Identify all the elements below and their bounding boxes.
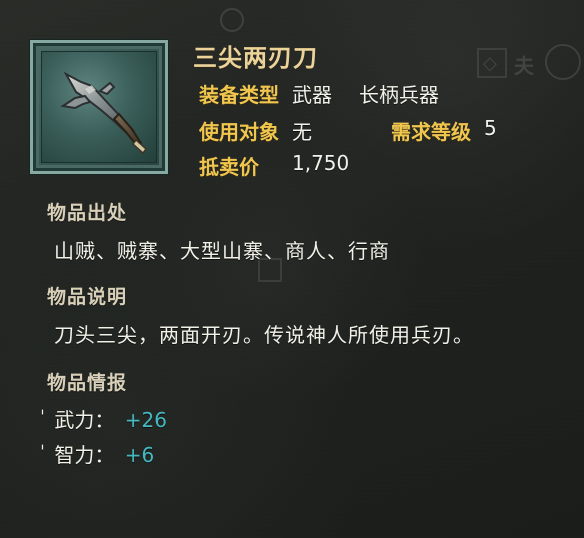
source-section-text: 山贼、贼寨、大型山寨、商人、行商 [54, 239, 390, 263]
faint-round-seal [545, 44, 581, 80]
description-section-text: 刀头三尖，两面开刃。传说神人所使用兵刃。 [54, 323, 474, 347]
stat-value: +26 [124, 408, 167, 432]
required-level-value: 5 [484, 116, 497, 140]
stat-row-intelligence: ˈ 智力： +6 [40, 439, 154, 468]
required-level-label: 需求等级 [391, 120, 471, 144]
faint-seal-glyph: ◇ [483, 53, 497, 74]
faint-seal-char: 夫 [514, 54, 534, 78]
use-target-value: 无 [292, 120, 312, 144]
stat-bullet-icon: ˈ [40, 407, 45, 428]
stat-row-strength: ˈ 武力： +26 [40, 404, 167, 433]
sell-price-label: 抵卖价 [199, 155, 259, 179]
faint-top-seal [220, 8, 244, 32]
equipment-type-value: 武器 [292, 83, 332, 107]
use-target-label: 使用对象 [199, 120, 279, 144]
info-section-title: 物品情报 [47, 372, 128, 394]
sell-price-value: 1,750 [292, 151, 350, 175]
item-icon-frame[interactable] [30, 40, 168, 174]
equipment-type-label: 装备类型 [199, 83, 279, 107]
spear-icon [60, 71, 148, 155]
stat-bullet-icon: ˈ [40, 442, 45, 463]
stat-name: 智力： [54, 443, 115, 467]
source-section-title: 物品出处 [47, 202, 128, 224]
equipment-subtype-value: 长柄兵器 [359, 83, 439, 107]
stat-name: 武力： [54, 408, 115, 432]
stat-value: +6 [124, 443, 155, 467]
description-section-title: 物品说明 [47, 286, 128, 308]
item-name: 三尖两刃刀 [193, 44, 318, 72]
item-icon-background [41, 51, 157, 163]
